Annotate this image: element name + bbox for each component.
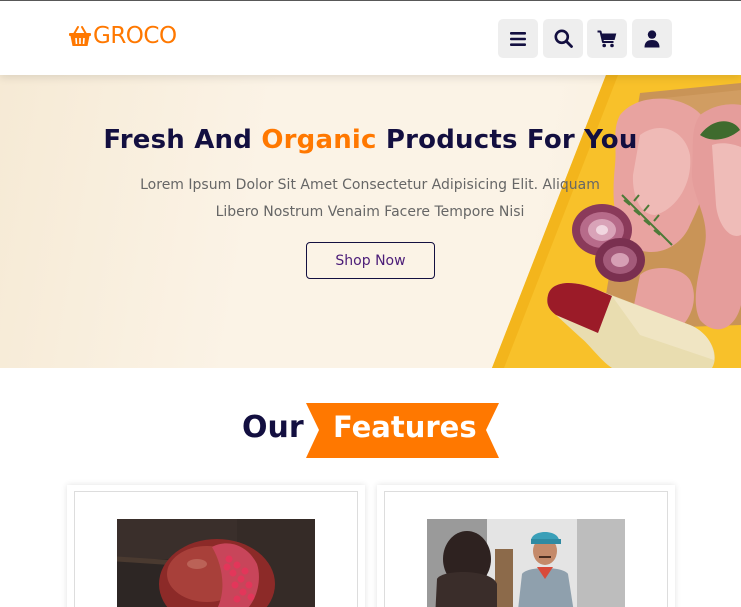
feature-card-frame [74,491,358,607]
hero-title: Fresh And Organic Products For You [0,125,741,155]
logo-text: GROCO [93,23,177,49]
hero-banner: Fresh And Organic Products For You Lorem… [0,75,741,368]
logo[interactable]: GROCO [67,23,177,49]
shop-now-button[interactable]: Shop Now [306,242,435,279]
feature-card-frame [384,491,668,607]
features-heading-accent: Features [333,410,477,444]
user-icon [644,29,660,47]
features-heading: Our Features [0,400,741,458]
account-button[interactable] [632,19,672,58]
menu-icon [510,31,526,46]
delivery-person-image [427,519,625,607]
hero-description-line1: Lorem Ipsum Dolor Sit Amet Consectetur A… [140,177,600,193]
cart-button[interactable] [587,19,627,58]
search-icon [554,29,573,48]
pomegranate-image [117,519,315,607]
feature-card [377,485,675,607]
hero-description-line2: Libero Nostrum Venaim Facere Tempore Nis… [215,204,525,220]
hero-title-start: Fresh And [103,125,262,155]
hero-title-accent: Organic [261,125,377,155]
site-header: GROCO [0,1,741,75]
hero-description: Lorem Ipsum Dolor Sit Amet Consectetur A… [105,172,635,226]
features-heading-plain: Our [242,410,304,445]
menu-button[interactable] [498,19,538,58]
search-button[interactable] [543,19,583,58]
cart-icon [597,30,617,47]
feature-card [67,485,365,607]
basket-icon [69,26,91,46]
hero-title-end: Products For You [376,125,638,155]
